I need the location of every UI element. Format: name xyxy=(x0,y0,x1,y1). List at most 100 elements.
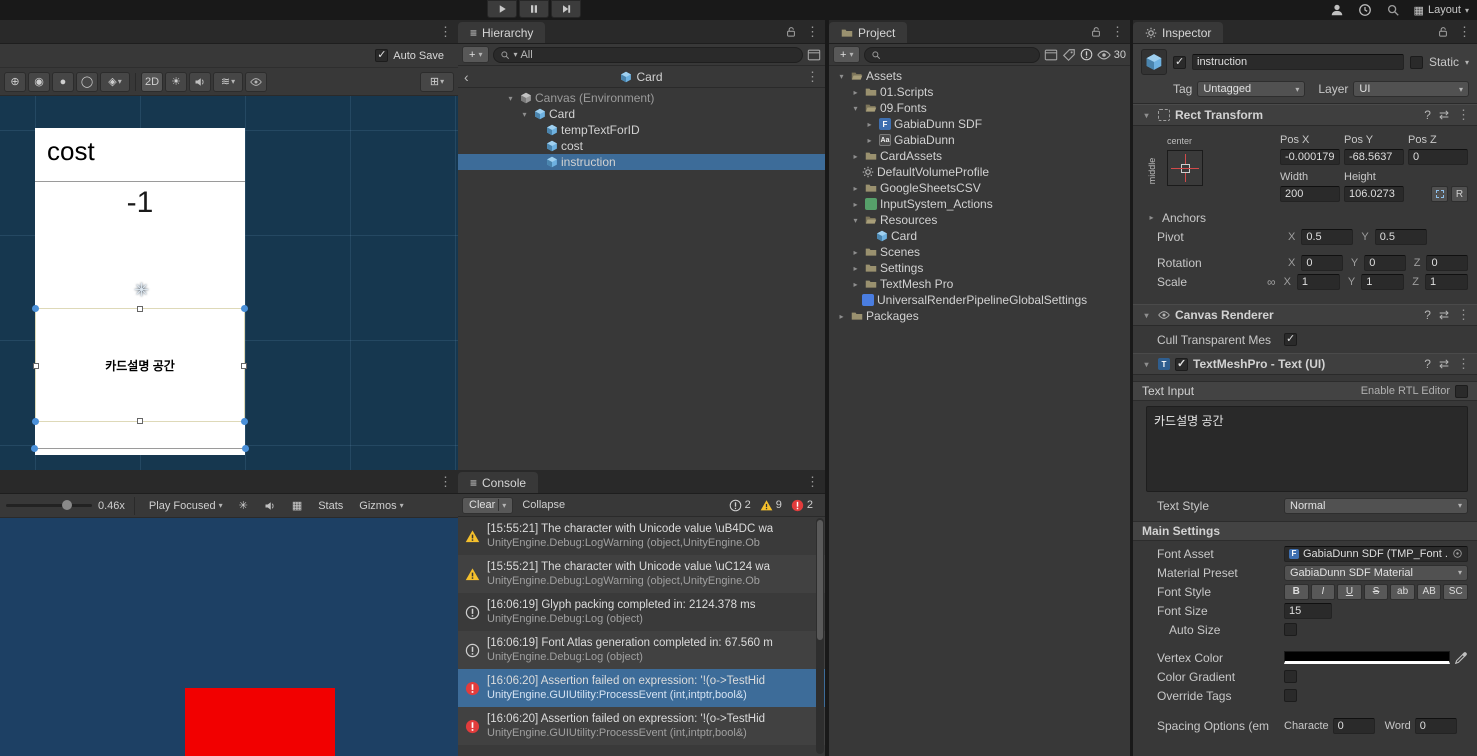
text-style-dropdown[interactable]: Normal ▾ xyxy=(1284,497,1468,514)
mute-audio-icon[interactable] xyxy=(259,500,281,512)
rotate-tool-icon[interactable]: ◉ xyxy=(28,71,50,92)
create-asset-button[interactable]: + ▾ xyxy=(833,46,861,63)
grid-settings-dropdown[interactable]: ⊞ ▾ xyxy=(420,71,454,92)
snap-settings-dropdown[interactable]: ◈ ▾ xyxy=(100,71,130,92)
override-tags-checkbox[interactable] xyxy=(1284,689,1297,702)
active-checkbox[interactable] xyxy=(1173,55,1186,69)
pivot-x-field[interactable]: 0.5 xyxy=(1301,228,1354,245)
character-spacing-field[interactable]: 0 xyxy=(1332,717,1375,734)
history-icon[interactable] xyxy=(1358,3,1372,17)
pos-z-field[interactable]: 0 xyxy=(1408,149,1468,165)
component-enabled-checkbox[interactable] xyxy=(1175,357,1188,371)
project-item-settings[interactable]: ▸ Settings xyxy=(829,260,1130,276)
scale-link-icon[interactable]: ∞ xyxy=(1267,275,1276,289)
color-gradient-checkbox[interactable] xyxy=(1284,670,1297,683)
project-item-fonts[interactable]: ▾ 09.Fonts xyxy=(829,100,1130,116)
foldout-arrow-icon[interactable]: ▾ xyxy=(504,94,517,103)
tag-dropdown[interactable]: Untagged ▾ xyxy=(1197,81,1306,97)
log-count-toggle[interactable]: 2 xyxy=(729,499,751,512)
error-count-toggle[interactable]: 2 xyxy=(791,499,813,512)
scale-tool-icon[interactable]: ● xyxy=(52,71,74,92)
game-viewport[interactable] xyxy=(0,518,458,756)
project-item-scenes[interactable]: ▸ Scenes xyxy=(829,244,1130,260)
game-effects-icon[interactable]: ✳ xyxy=(234,499,253,512)
project-item-gabiadunn[interactable]: ▸ Aa GabiaDunn xyxy=(829,132,1130,148)
stats-toggle[interactable]: Stats xyxy=(313,500,348,512)
layout-dropdown[interactable]: ▦ Layout ▾ xyxy=(1414,4,1469,17)
rect-edge-handle[interactable] xyxy=(137,306,143,312)
console-scrollbar[interactable] xyxy=(816,518,824,754)
rect-handle[interactable] xyxy=(242,445,249,452)
component-menu-icon[interactable]: ⋮ xyxy=(1457,107,1470,123)
console-entry-partial[interactable] xyxy=(458,745,825,756)
help-icon[interactable]: ? xyxy=(1424,357,1431,371)
pause-button[interactable] xyxy=(519,0,549,18)
console-entry[interactable]: [16:06:20] Assertion failed on expressio… xyxy=(458,707,825,745)
rect-handle[interactable] xyxy=(241,305,248,312)
cull-transparent-mesh-checkbox[interactable] xyxy=(1284,332,1297,346)
hidden-items-count[interactable]: 30 xyxy=(1097,48,1126,62)
rect-edge-handle[interactable] xyxy=(137,418,143,424)
console-entry[interactable]: [15:55:21] The character with Unicode va… xyxy=(458,555,825,593)
search-icon[interactable] xyxy=(1386,3,1400,17)
pivot-y-field[interactable]: 0.5 xyxy=(1374,228,1427,245)
audio-toggle-icon[interactable] xyxy=(189,71,211,92)
lock-icon[interactable] xyxy=(1437,26,1449,38)
component-menu-icon[interactable]: ⋮ xyxy=(1457,307,1470,323)
hierarchy-search-input[interactable]: ▾ All xyxy=(493,46,803,63)
game-menu-icon[interactable]: ⋮ xyxy=(439,474,452,490)
material-preset-dropdown[interactable]: GabiaDunn SDF Material ▾ xyxy=(1284,564,1468,581)
help-icon[interactable]: ? xyxy=(1424,108,1431,122)
hierarchy-item-card[interactable]: ▾ Card xyxy=(458,106,825,122)
project-menu-icon[interactable]: ⋮ xyxy=(1111,24,1124,40)
lighting-toggle-icon[interactable]: ☀ xyxy=(165,71,187,92)
instruction-selection-rect[interactable]: 카드설명 공간 xyxy=(32,305,248,425)
scale-x-field[interactable]: 1 xyxy=(1296,273,1340,290)
component-menu-icon[interactable]: ⋮ xyxy=(1457,356,1470,372)
scrollbar-thumb[interactable] xyxy=(817,520,823,640)
raw-edit-mode-button[interactable]: R xyxy=(1451,186,1468,202)
font-size-field[interactable]: 15 xyxy=(1284,602,1332,619)
account-icon[interactable] xyxy=(1330,3,1344,17)
lock-icon[interactable] xyxy=(785,26,797,38)
scale-y-field[interactable]: 1 xyxy=(1361,273,1405,290)
lowercase-button[interactable]: ab xyxy=(1390,583,1415,600)
scale-z-field[interactable]: 1 xyxy=(1424,273,1468,290)
layer-dropdown[interactable]: UI ▾ xyxy=(1353,81,1469,97)
zoom-slider[interactable] xyxy=(6,500,92,510)
rotation-z-field[interactable]: 0 xyxy=(1426,254,1469,271)
project-item-gabiadunn-sdf[interactable]: ▸ F GabiaDunn SDF xyxy=(829,116,1130,132)
hierarchy-item-canvas-environment[interactable]: ▾ Canvas (Environment) xyxy=(458,90,825,106)
step-button[interactable] xyxy=(551,0,581,18)
canvas-renderer-header[interactable]: ▾ Canvas Renderer ? ⇄ ⋮ xyxy=(1133,304,1477,326)
create-object-button[interactable]: + ▾ xyxy=(462,46,490,63)
project-item-cardassets[interactable]: ▸ CardAssets xyxy=(829,148,1130,164)
card-object[interactable]: cost -1 ✳ 카드설명 공간 xyxy=(31,128,249,455)
open-search-window-icon[interactable] xyxy=(807,48,821,62)
tab-project[interactable]: Project xyxy=(829,22,908,43)
project-item-scripts[interactable]: ▸ 01.Scripts xyxy=(829,84,1130,100)
project-item-card-prefab[interactable]: Card xyxy=(829,228,1130,244)
height-field[interactable]: 106.0273 xyxy=(1344,186,1404,202)
vsync-grid-icon[interactable]: ▦ xyxy=(287,499,307,512)
scene-visibility-toggle[interactable] xyxy=(245,71,267,92)
project-search-input[interactable] xyxy=(864,46,1040,63)
console-menu-icon[interactable]: ⋮ xyxy=(806,474,819,490)
collapse-toggle[interactable]: Collapse xyxy=(517,499,570,511)
rect-tool-icon[interactable]: ◯ xyxy=(76,71,98,92)
bold-button[interactable]: B xyxy=(1284,583,1309,600)
static-checkbox[interactable] xyxy=(1409,55,1423,69)
scene-menu-icon[interactable]: ⋮ xyxy=(439,24,452,40)
gizmos-dropdown[interactable]: Gizmos ▾ xyxy=(354,500,408,512)
project-item-googlesheetscsv[interactable]: ▸ GoogleSheetsCSV xyxy=(829,180,1130,196)
anchors-foldout[interactable]: ▸ Anchors xyxy=(1133,208,1477,227)
object-picker-icon[interactable] xyxy=(1452,548,1463,559)
hierarchy-menu-icon[interactable]: ⋮ xyxy=(806,24,819,40)
word-spacing-field[interactable]: 0 xyxy=(1414,717,1457,734)
presets-icon[interactable]: ⇄ xyxy=(1439,108,1449,122)
italic-button[interactable]: I xyxy=(1310,583,1336,600)
tab-inspector[interactable]: Inspector xyxy=(1133,22,1224,43)
strikethrough-button[interactable]: S xyxy=(1363,583,1389,600)
underline-button[interactable]: U xyxy=(1337,583,1362,600)
hierarchy-item-cost[interactable]: cost xyxy=(458,138,825,154)
